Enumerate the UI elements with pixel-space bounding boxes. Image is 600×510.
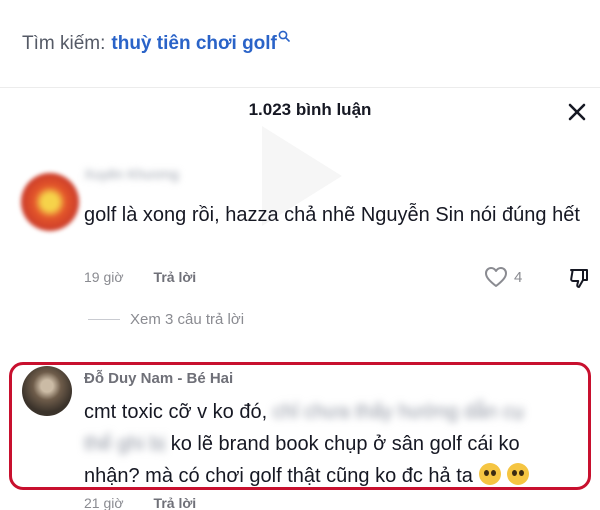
heart-icon (485, 267, 507, 287)
avatar[interactable] (21, 173, 79, 231)
comments-header: 1.023 bình luận (0, 88, 600, 136)
dislike-icon[interactable] (568, 267, 590, 289)
search-bar[interactable]: Tìm kiếm: thuỳ tiên chơi golf (0, 0, 600, 88)
view-replies-button[interactable]: Xem 3 câu trả lời (88, 311, 244, 328)
comment-time: 19 giờ (84, 269, 124, 285)
like-count: 4 (514, 268, 523, 286)
highlight-box (9, 362, 591, 490)
comment-meta: 21 giờ Trả lời (84, 495, 196, 510)
reply-button[interactable]: Trả lời (154, 495, 197, 510)
search-query-link[interactable]: thuỳ tiên chơi golf (111, 33, 277, 55)
comment-text: golf là xong rồi, hazza chả nhẽ Nguyễn S… (84, 204, 580, 226)
comments-sheet: 1.023 bình luận Xuyên Khương golf là xon… (0, 88, 600, 510)
search-icon (278, 30, 290, 42)
comment-count-title: 1.023 bình luận (248, 100, 372, 119)
comment-author[interactable]: Xuyên Khương (84, 166, 179, 182)
view-replies-label: Xem 3 câu trả lời (130, 311, 245, 328)
search-prefix: Tìm kiếm: (22, 32, 106, 54)
reply-button[interactable]: Trả lời (154, 269, 197, 285)
like-button[interactable]: 4 (484, 266, 522, 288)
close-icon[interactable] (566, 101, 588, 123)
view-replies-divider (88, 319, 120, 320)
comment-time: 21 giờ (84, 495, 124, 510)
comment-meta: 19 giờ Trả lời (84, 269, 196, 285)
